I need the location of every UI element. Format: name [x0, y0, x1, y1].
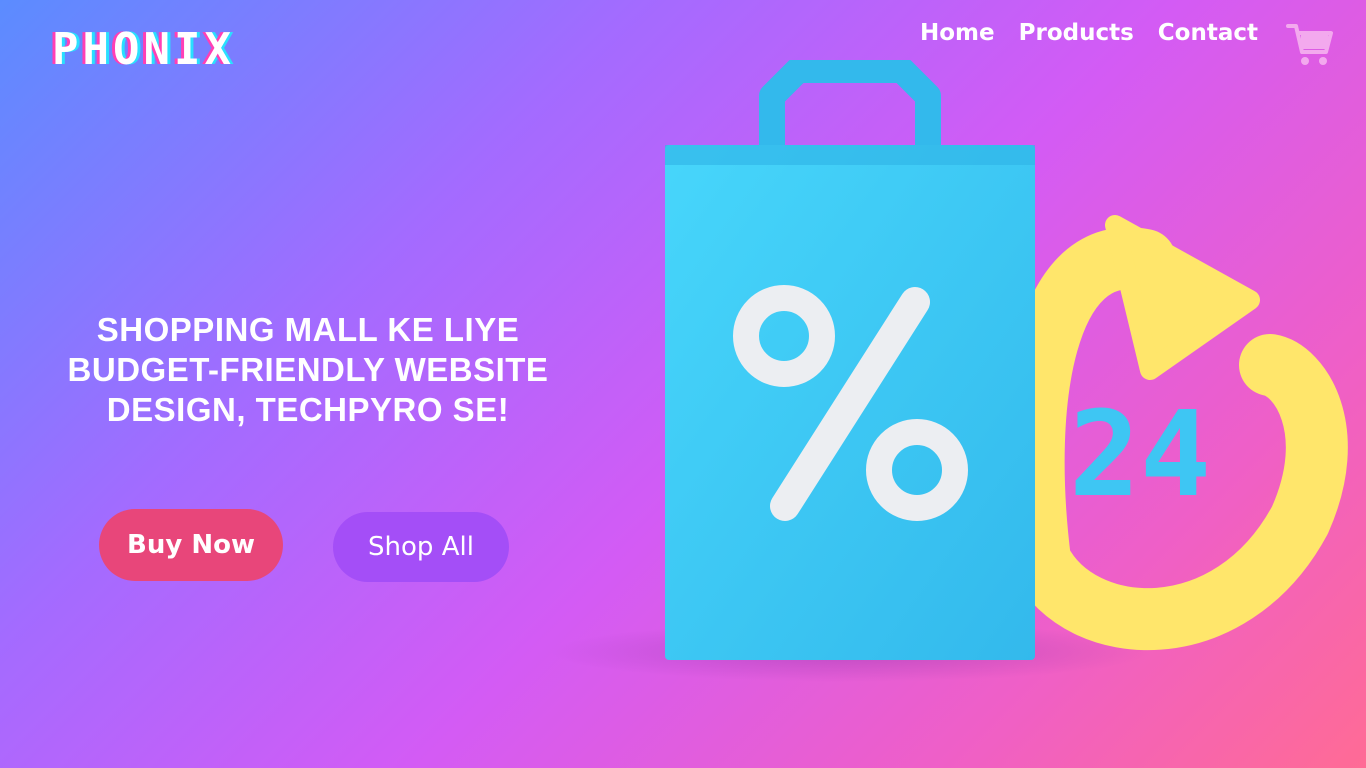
main-nav: Home Products Contact — [920, 20, 1258, 46]
nav-products-link[interactable]: Products — [1019, 20, 1134, 46]
headline-line: BUDGET-FRIENDLY WEBSITE — [67, 351, 549, 389]
headline-line: DESIGN, TECHPYRO SE! — [106, 391, 510, 429]
nav-home-link[interactable]: Home — [920, 20, 995, 46]
brand-logo[interactable]: PHONIX — [52, 24, 235, 75]
shopping-bag-percent-icon — [665, 57, 1035, 660]
hero-headline: SHOPPING MALL KE LIYE BUDGET-FRIENDLY WE… — [40, 310, 576, 430]
shop-all-button[interactable]: Shop All — [333, 512, 509, 582]
hero-illustration: 24 — [540, 57, 1366, 700]
buy-now-button[interactable]: Buy Now — [99, 509, 283, 581]
headline-line: SHOPPING MALL KE LIYE — [96, 311, 520, 349]
badge-24-label: 24 — [1069, 385, 1211, 523]
clock-arrow-icon: 24 — [1002, 215, 1348, 651]
nav-contact-link[interactable]: Contact — [1158, 20, 1258, 46]
